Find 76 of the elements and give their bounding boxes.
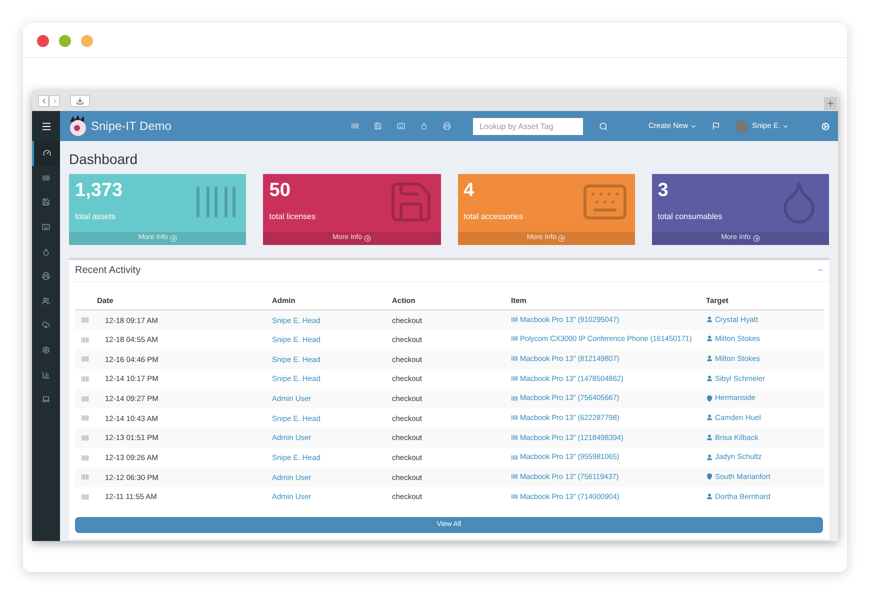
stat-count: 1,373 xyxy=(75,179,124,203)
stat-label: total assets xyxy=(75,211,116,223)
printer-icon xyxy=(42,272,50,280)
settings-icon[interactable] xyxy=(821,122,830,130)
settings-icon xyxy=(42,346,50,354)
download-button[interactable] xyxy=(70,95,90,107)
barcode-icon xyxy=(511,335,518,342)
user-icon xyxy=(706,414,713,422)
stat-label: total licenses xyxy=(269,211,316,223)
barcode-icon xyxy=(511,454,518,461)
arrow-circle-icon xyxy=(364,235,372,242)
barcode-icon xyxy=(511,414,518,422)
stat-count: 4 xyxy=(464,179,476,203)
cloud-download-icon xyxy=(42,321,50,330)
user-icon xyxy=(706,316,713,324)
avatar xyxy=(735,120,748,132)
caret-icon xyxy=(690,122,698,130)
users-icon xyxy=(42,296,50,305)
barcode-icon[interactable] xyxy=(351,122,360,130)
barcode-icon xyxy=(81,454,89,462)
keyboard-icon xyxy=(42,223,50,232)
bar-chart-icon xyxy=(42,370,50,379)
user-icon xyxy=(706,454,713,461)
barcode-icon xyxy=(511,492,518,500)
barcode-icon xyxy=(511,394,518,402)
arrow-circle-icon xyxy=(752,235,760,242)
plus-icon xyxy=(826,99,835,108)
droplet-icon xyxy=(42,248,50,256)
gauge-icon xyxy=(43,149,51,158)
printer-icon[interactable] xyxy=(443,122,452,130)
barcode-icon xyxy=(511,355,518,362)
barcode-icon xyxy=(81,316,89,324)
barcode-icon xyxy=(81,355,89,364)
barcode-icon xyxy=(81,374,89,383)
barcode-icon xyxy=(511,316,518,324)
download-icon xyxy=(76,97,84,105)
back-button[interactable] xyxy=(38,95,49,107)
app-title[interactable]: Snipe-IT Demo xyxy=(91,117,172,135)
logo-icon xyxy=(68,115,88,137)
barcode-icon xyxy=(511,473,518,480)
barcode-icon xyxy=(511,374,518,382)
stat-label: total accessories xyxy=(464,211,524,223)
user-icon xyxy=(706,355,713,362)
search-icon[interactable] xyxy=(599,122,608,130)
panel-title: Recent Activity xyxy=(75,264,141,278)
stat-count: 3 xyxy=(658,179,670,203)
barcode-icon xyxy=(81,336,89,344)
sidebar-item[interactable] xyxy=(32,141,60,166)
stat-count: 50 xyxy=(269,179,292,203)
map-pin-icon xyxy=(706,394,713,402)
stat-label: total consumables xyxy=(658,211,724,223)
arrow-circle-icon xyxy=(170,235,177,242)
droplet-icon[interactable] xyxy=(420,122,428,130)
barcode-icon xyxy=(511,434,518,441)
arrow-circle-icon xyxy=(558,235,566,242)
search-field[interactable]: Lookup by Asset Tag xyxy=(473,118,584,134)
user-icon xyxy=(706,374,713,382)
user-icon xyxy=(706,434,713,441)
map-pin-icon xyxy=(706,473,713,480)
new-tab-button[interactable] xyxy=(824,97,837,110)
barcode-icon xyxy=(42,174,50,182)
keyboard-icon[interactable] xyxy=(397,122,406,130)
caret-icon xyxy=(782,122,790,130)
collapse-button[interactable]: − xyxy=(818,264,823,278)
laptop-icon xyxy=(42,395,50,404)
barcode-icon xyxy=(81,434,89,442)
flag-icon[interactable] xyxy=(712,122,720,130)
barcode-icon xyxy=(81,473,89,482)
menu-glyph xyxy=(40,120,52,132)
user-icon xyxy=(706,335,713,342)
forward-button[interactable] xyxy=(49,95,60,107)
page-title: Dashboard xyxy=(69,150,138,169)
barcode-icon xyxy=(81,493,89,502)
user-icon xyxy=(706,492,713,500)
barcode-icon xyxy=(81,414,89,422)
barcode-icon xyxy=(81,394,89,403)
